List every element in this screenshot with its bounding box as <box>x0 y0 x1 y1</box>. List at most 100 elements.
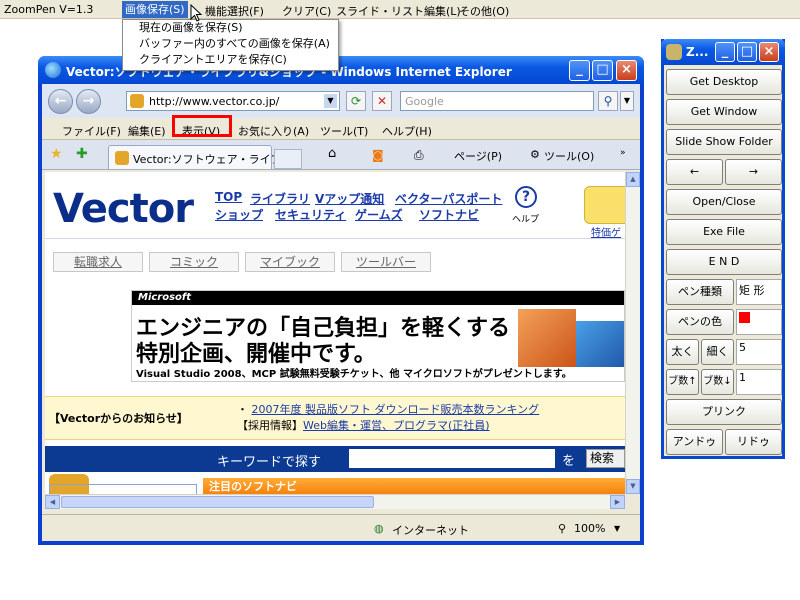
pen-type-button[interactable]: ペン種類 <box>666 279 734 305</box>
menu-favorites[interactable]: お気に入り(A) <box>238 123 309 139</box>
menu-file[interactable]: ファイル(F) <box>62 123 121 139</box>
prev-button[interactable]: ← <box>666 159 723 185</box>
link-passport[interactable]: ベクターパスポート <box>395 190 502 207</box>
scroll-thumb[interactable] <box>61 496 374 508</box>
address-bar[interactable]: http://www.vector.co.jp/ ▼ <box>126 91 340 111</box>
stop-icon[interactable]: ✕ <box>372 91 392 111</box>
print-button[interactable]: プリンク <box>666 399 782 425</box>
palette-minimize-button[interactable]: _ <box>715 42 735 62</box>
next-button[interactable]: → <box>725 159 782 185</box>
forward-button[interactable]: → <box>76 89 101 114</box>
menu-help[interactable]: ヘルプ(H) <box>382 123 432 139</box>
exe-file-button[interactable]: Exe File <box>666 219 782 245</box>
search-input[interactable]: Google <box>400 91 594 111</box>
link-shop[interactable]: ショップ <box>215 206 263 223</box>
count-value: 1 <box>739 371 746 384</box>
link-library[interactable]: ライブラリ <box>250 190 310 207</box>
get-window-button[interactable]: Get Window <box>666 99 782 125</box>
scroll-down-icon[interactable]: ▼ <box>626 479 640 494</box>
app-version: ZoomPen V=1.3 <box>4 3 94 16</box>
horizontal-scrollbar[interactable]: ◀ ▶ <box>45 494 625 509</box>
count-down-button[interactable]: ブ数↓ <box>701 369 734 395</box>
favorites-star-icon[interactable]: ★ <box>50 146 63 162</box>
banner-brand: Microsoft <box>132 291 624 305</box>
new-tab-button[interactable] <box>274 149 302 169</box>
toolbar-overflow-icon[interactable]: » <box>620 148 626 158</box>
menu-slide-list-edit[interactable]: スライド・リスト編集(L) <box>336 3 461 19</box>
link-top[interactable]: TOP <box>215 190 242 204</box>
zoom-chevron-icon[interactable]: ▼ <box>614 524 620 533</box>
chevron-down-icon[interactable]: ▼ <box>324 94 337 108</box>
keyword-wo: を <box>562 454 576 469</box>
zoompen-menubar: ZoomPen V=1.3 画像保存(S) 機能選択(F) クリア(C) スライ… <box>0 0 800 19</box>
notice-link-recruit[interactable]: Web編集・運営、プログラマ(正社員) <box>303 419 490 432</box>
pen-type-value: 矩 形 <box>739 284 765 297</box>
menu-image-save[interactable]: 画像保存(S) <box>122 1 188 18</box>
palette-maximize-button[interactable]: □ <box>737 42 757 62</box>
link-tokusha[interactable]: 特価ゲ <box>591 224 621 239</box>
ie-client: ← → http://www.vector.co.jp/ ▼ ⟳ ✕ Googl… <box>42 84 640 541</box>
pen-color-button[interactable]: ペンの色 <box>666 309 734 335</box>
scroll-left-icon[interactable]: ◀ <box>45 495 60 509</box>
open-close-button[interactable]: Open/Close <box>666 189 782 215</box>
undo-button[interactable]: アンドゥ <box>666 429 723 455</box>
menu-function-select[interactable]: 機能選択(F) <box>205 3 264 19</box>
print-icon[interactable]: ⎙ <box>414 148 424 163</box>
pill-toolbar[interactable]: ツールバー <box>341 252 431 272</box>
palette-close-button[interactable]: × <box>759 42 779 62</box>
notice-link-ranking[interactable]: 2007年度 製品版ソフト ダウンロード販売本数ランキング <box>252 403 540 416</box>
page-menu[interactable]: ページ(P) <box>454 148 502 164</box>
close-button[interactable]: × <box>616 60 637 81</box>
redo-button[interactable]: リドゥ <box>725 429 782 455</box>
search-options-chevron-icon[interactable]: ▼ <box>620 91 634 111</box>
ad-banner[interactable]: Microsoft エンジニアの「自己負担」を軽くする 特別企画、開催中です。 … <box>131 290 625 382</box>
pill-comic[interactable]: コミック <box>149 252 239 272</box>
count-up-button[interactable]: ブ数↑ <box>666 369 699 395</box>
promo-badge[interactable] <box>584 186 625 224</box>
notice-box: 【Vectorからのお知らせ】 ・ 2007年度 製品版ソフト ダウンロード販売… <box>45 396 625 440</box>
link-vup[interactable]: Vアップ通知 <box>315 190 384 207</box>
tools-menu[interactable]: ツール(O) <box>544 148 594 164</box>
menu-edit[interactable]: 編集(E) <box>128 123 166 139</box>
maximize-button[interactable]: □ <box>592 60 613 81</box>
keyword-search-button[interactable]: 検索 <box>586 449 625 468</box>
home-icon[interactable]: ⌂ <box>328 146 336 161</box>
back-button[interactable]: ← <box>48 89 73 114</box>
save-all-buffer-images[interactable]: バッファー内のすべての画像を保存(A) <box>123 36 338 52</box>
vector-logo[interactable]: Vector <box>53 186 194 232</box>
keyword-label: キーワードで探す <box>217 455 322 470</box>
scroll-right-icon[interactable]: ▶ <box>610 495 625 509</box>
vertical-scrollbar[interactable]: ▲ ▼ <box>625 172 640 494</box>
address-toolbar: ← → http://www.vector.co.jp/ ▼ ⟳ ✕ Googl… <box>42 84 640 118</box>
scroll-up-icon[interactable]: ▲ <box>626 172 640 187</box>
help-icon[interactable]: ? <box>515 186 537 208</box>
pill-jobs[interactable]: 転職求人 <box>53 252 143 272</box>
get-desktop-button[interactable]: Get Desktop <box>666 69 782 95</box>
menu-clear[interactable]: クリア(C) <box>282 3 331 19</box>
link-games[interactable]: ゲームズ <box>355 206 403 223</box>
mouse-cursor-icon <box>190 4 202 22</box>
thicker-button[interactable]: 太く <box>666 339 699 365</box>
tab-vector[interactable]: Vector:ソフトウェア・ライブラ... <box>108 145 303 169</box>
menu-tools[interactable]: ツール(T) <box>320 123 368 139</box>
add-favorites-icon[interactable]: ✚ <box>76 146 88 162</box>
pill-mybook[interactable]: マイブック <box>245 252 335 272</box>
gear-icon: ⚙ <box>530 148 540 161</box>
status-zoom[interactable]: 100% <box>574 522 605 535</box>
save-current-image[interactable]: 現在の画像を保存(S) <box>123 20 338 36</box>
save-client-area[interactable]: クライアントエリアを保存(C) <box>123 52 338 68</box>
keyword-input[interactable] <box>349 449 555 468</box>
link-softnavi[interactable]: ソフトナビ <box>419 206 479 223</box>
page-content: Vector TOP ライブラリ Vアップ通知 ベクターパスポート ショップ セ… <box>45 172 625 494</box>
menu-other[interactable]: その他(O) <box>459 3 509 19</box>
end-button[interactable]: E N D <box>666 249 782 275</box>
status-zone: インターネット <box>392 524 469 537</box>
slide-show-folder-button[interactable]: Slide Show Folder <box>666 129 782 155</box>
refresh-icon[interactable]: ⟳ <box>346 91 366 111</box>
link-security[interactable]: セキュリティ <box>275 206 346 223</box>
banner-bottom-text: Visual Studio 2008、MCP 試験無料受験チケット、他 マイクロ… <box>132 367 624 381</box>
search-icon[interactable]: ⚲ <box>598 91 618 111</box>
feeds-icon[interactable]: ◙ <box>372 148 384 162</box>
minimize-button[interactable]: _ <box>569 60 590 81</box>
thinner-button[interactable]: 細く <box>701 339 734 365</box>
